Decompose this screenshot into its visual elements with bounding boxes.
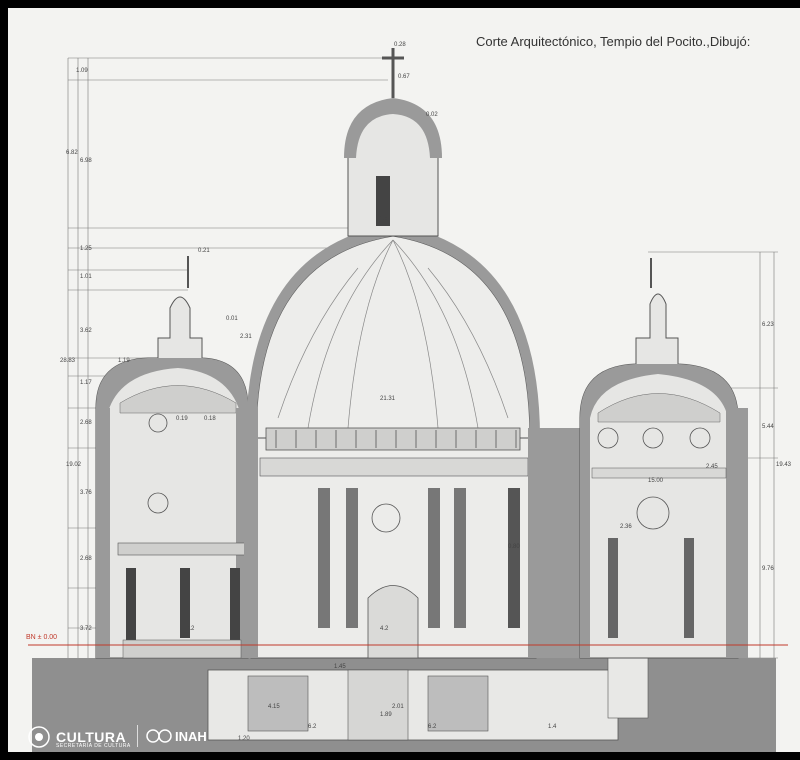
drawing-sheet: Corte Arquitectónico, Tempio del Pocito.… xyxy=(8,8,800,752)
emblem-icon xyxy=(28,726,50,748)
left-dimension-label: 1.17 xyxy=(80,380,92,386)
right-dimension-label: 19.43 xyxy=(776,462,792,468)
right-chapel xyxy=(579,258,748,659)
screen: Corte Arquitectónico, Tempio del Pocito.… xyxy=(0,0,800,760)
inner-dimension-label: 0.80 xyxy=(508,544,520,550)
right-dimension-label: 6.23 xyxy=(762,322,774,328)
left-dimension-label: 2.68 xyxy=(80,420,92,426)
inner-dimension-label: 0.18 xyxy=(204,416,216,422)
right-dimension-label: 9.76 xyxy=(762,566,774,572)
inah-wordmark: INAH xyxy=(175,728,207,744)
inner-dimension-label: 0.21 xyxy=(198,248,210,254)
left-dimension-label: 2.68 xyxy=(80,556,92,562)
inner-dimension-label: 4.15 xyxy=(268,704,280,710)
inner-dimension-label: 15.00 xyxy=(648,478,664,484)
inner-dimension-label: 4.2 xyxy=(380,626,389,632)
inner-dimension-label: 0.67 xyxy=(398,74,410,80)
left-dimension-label: 6.98 xyxy=(80,158,92,164)
inner-dimension-label: 10.6 xyxy=(376,216,388,222)
left-dimension-label: 3.76 xyxy=(80,490,92,496)
inner-dimension-label: 6.2 xyxy=(428,724,437,730)
inner-dimension-label: 4.2 xyxy=(186,626,195,632)
inner-dimension-label: 1.19 xyxy=(118,358,130,364)
left-dimension-label: 19.02 xyxy=(66,462,82,468)
cultura-logo: CULTURA SECRETARÍA DE CULTURA xyxy=(28,726,130,749)
inner-dimension-label: 21.31 xyxy=(380,396,396,402)
left-dimension-label: 1.09 xyxy=(76,68,88,74)
inner-dimension-label: 2.45 xyxy=(706,464,718,470)
inner-dimension-label: 1.45 xyxy=(334,664,346,670)
left-dimension-label: 1.25 xyxy=(80,246,92,252)
left-dimension-label: 1.01 xyxy=(80,274,92,280)
level-label: BN ± 0.00 xyxy=(26,634,57,641)
left-dimension-label: 6.82 xyxy=(66,150,78,156)
cultura-subtitle: SECRETARÍA DE CULTURA xyxy=(56,743,131,749)
right-dimension-labels: 6.23 5.44 19.43 9.76 xyxy=(762,322,792,572)
inner-dimension-label: 2.36 xyxy=(620,524,632,530)
left-dimension-label: 28.83 xyxy=(60,358,76,364)
inner-dimension-label: 2.01 xyxy=(392,704,404,710)
inner-dimension-label: 0.02 xyxy=(426,112,438,118)
left-dimension-labels: 1.09 6.826.98 1.25 1.01 3.62 28.83 1.17 2.68 19.… xyxy=(60,68,92,632)
inner-dimension-label: 1.89 xyxy=(380,712,392,718)
inner-dimension-label: 1.4 xyxy=(548,724,557,730)
central-dome xyxy=(244,48,582,659)
architectural-section: BN ± 0.00 1.096.826.981.251.013.6228.831… xyxy=(26,42,792,752)
inah-logo: INAH xyxy=(146,728,207,744)
inner-dimension-label: 2.31 xyxy=(240,334,252,340)
inner-dimension-label: 6.2 xyxy=(308,724,317,730)
inner-dimension-label: 0.19 xyxy=(176,416,188,422)
inner-dimension-label: 1.20 xyxy=(238,736,250,742)
left-dimension-label: 3.62 xyxy=(80,328,92,334)
inner-dimension-label: 0.28 xyxy=(394,42,406,48)
logo-divider xyxy=(137,725,138,747)
inah-emblem-icon xyxy=(146,729,172,743)
inner-dimension-label: 0.01 xyxy=(226,316,238,322)
right-dimension-label: 5.44 xyxy=(762,424,774,430)
left-dimension-label: 3.72 xyxy=(80,626,92,632)
foundation xyxy=(32,657,776,752)
